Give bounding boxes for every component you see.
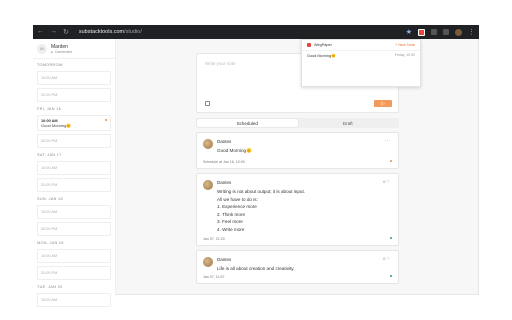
- extension-icon[interactable]: [431, 29, 437, 35]
- note-tabs: Scheduled Draft: [196, 118, 399, 128]
- time-slot[interactable]: 02:00 PM: [37, 134, 111, 148]
- slot-message: Good Morning🌞: [41, 122, 72, 128]
- day-label: TUE, JAN 20: [37, 285, 63, 289]
- puzzle-icon[interactable]: [443, 29, 449, 35]
- author-avatar: [203, 180, 213, 190]
- note-meta: Jan 07, 11:57: [203, 275, 225, 279]
- time-slot-scheduled[interactable]: 10:00 AM Good Morning🌞: [37, 115, 111, 131]
- author-avatar: [203, 139, 213, 149]
- day-label: TOMORROW: [37, 63, 63, 67]
- profile-header[interactable]: M Marden Connected: [33, 39, 115, 59]
- url-host: substacktools.com: [78, 29, 125, 35]
- day-group: FRI, JAN 16 10:00 AM Good Morning🌞 02:00…: [33, 105, 115, 148]
- reload-icon[interactable]: ↻: [63, 28, 69, 36]
- composer-placeholder: Write your note: [205, 61, 236, 66]
- day-label: FRI, JAN 16: [37, 107, 61, 111]
- note-line: Writing is not about output; it is about…: [217, 189, 306, 194]
- published-dot-icon: [390, 237, 392, 239]
- avatar: M: [37, 43, 47, 54]
- scheduled-dot-icon: [105, 119, 107, 121]
- main-content: Write your note ▷ Scheduled Draft Dantes…: [116, 39, 479, 295]
- published-dot-icon: [390, 275, 392, 277]
- note-author: Dantes: [217, 139, 232, 144]
- browser-toolbar: ← → ↻ substacktools.com/studio/ ★ ⋮: [33, 25, 479, 39]
- day-label: SUN, JAN 18: [37, 197, 63, 201]
- like-count[interactable]: 0 ♡: [383, 179, 390, 184]
- note-card[interactable]: Dantes 0 ♡ Life is all about creation an…: [196, 250, 399, 284]
- note-author: Dantes: [217, 180, 232, 185]
- popup-header: WegPaper + New Note: [302, 40, 420, 50]
- time-slot[interactable]: 02:00 PM: [37, 266, 111, 280]
- day-group: SAT, JAN 17 10:00 AM 02:00 PM: [33, 151, 115, 192]
- day-group: TOMORROW 10:00 AM 02:00 PM: [33, 61, 115, 102]
- note-card[interactable]: Dantes ··· Good Morning🌞 Schedule at Jan…: [196, 132, 399, 169]
- note-author: Dantes: [217, 257, 232, 262]
- day-group: MON, JAN 19 10:00 AM 02:00 PM: [33, 239, 115, 280]
- note-line: 1. Experience more: [217, 204, 257, 209]
- send-button[interactable]: ▷: [374, 100, 392, 107]
- day-label: MON, JAN 19: [37, 241, 64, 245]
- time-slot[interactable]: 10:00 AM: [37, 71, 111, 85]
- forward-icon[interactable]: →: [50, 28, 57, 36]
- connection-status: Connected: [51, 50, 72, 54]
- day-group: SUN, JAN 18 10:00 AM 02:00 PM: [33, 195, 115, 236]
- browser-menu-icon[interactable]: ⋮: [468, 28, 475, 36]
- popup-note-row[interactable]: Good Morning🌞 Friday, 10:00: [302, 50, 420, 59]
- note-body: Life is all about creation and creativit…: [217, 265, 295, 273]
- like-count[interactable]: 0 ♡: [383, 256, 390, 261]
- time-slot[interactable]: 10:00 AM: [37, 205, 111, 219]
- time-slot[interactable]: 10:00 AM: [37, 161, 111, 175]
- url-path: /studio/: [124, 29, 142, 35]
- new-note-button[interactable]: + New Note: [395, 43, 415, 47]
- note-line: All we have to do is:: [217, 196, 258, 202]
- note-line: 2. Think more: [217, 211, 245, 217]
- nav-buttons: ← → ↻: [37, 28, 69, 36]
- popup-note-text: Good Morning🌞: [307, 53, 336, 58]
- tab-draft[interactable]: Draft: [298, 119, 399, 127]
- popup-note-time: Friday, 10:00: [394, 53, 415, 57]
- address-bar[interactable]: substacktools.com/studio/: [79, 29, 142, 35]
- profile-avatar-icon[interactable]: [455, 28, 462, 36]
- note-line: 3. Feel more: [217, 219, 243, 224]
- note-meta: Jan 07, 21:20: [203, 237, 225, 241]
- extension-popup: WegPaper + New Note Good Morning🌞 Friday…: [301, 39, 421, 87]
- scheduled-dot-icon: [390, 160, 392, 162]
- time-slot[interactable]: 02:00 PM: [37, 222, 111, 236]
- toolbar-right: ★ ⋮: [406, 28, 475, 36]
- bookmark-star-icon[interactable]: ★: [406, 28, 412, 36]
- note-body: Good Morning🌞: [217, 147, 252, 155]
- tab-scheduled[interactable]: Scheduled: [197, 119, 298, 127]
- day-label: SAT, JAN 17: [37, 153, 62, 157]
- note-line: Good Morning🌞: [217, 148, 252, 153]
- more-options-icon[interactable]: ···: [385, 138, 390, 144]
- author-avatar: [203, 257, 213, 267]
- note-card[interactable]: Dantes 0 ♡ Writing is not about output; …: [196, 173, 399, 246]
- schedule-sidebar: M Marden Connected TOMORROW 10:00 AM 02:…: [33, 39, 116, 307]
- note-line: Life is all about creation and creativit…: [217, 266, 295, 271]
- popup-title: WegPaper: [314, 43, 332, 47]
- time-slot[interactable]: 02:00 PM: [37, 178, 111, 192]
- time-slot[interactable]: 10:00 AM: [37, 293, 111, 307]
- day-group: TUE, JAN 20 10:00 AM: [33, 283, 115, 307]
- note-meta: Schedule at Jan 16, 10:00: [203, 160, 245, 164]
- time-slot[interactable]: 02:00 PM: [37, 88, 111, 102]
- app-logo-icon: [307, 43, 311, 47]
- send-arrow-icon: ▷: [381, 100, 385, 107]
- note-body: Writing is not about output; it is about…: [217, 188, 305, 233]
- image-upload-icon[interactable]: [205, 101, 210, 106]
- note-line: 4. Write more: [217, 226, 245, 232]
- extension-active-icon[interactable]: [418, 28, 425, 36]
- back-icon[interactable]: ←: [37, 28, 44, 36]
- time-slot[interactable]: 10:00 AM: [37, 249, 111, 263]
